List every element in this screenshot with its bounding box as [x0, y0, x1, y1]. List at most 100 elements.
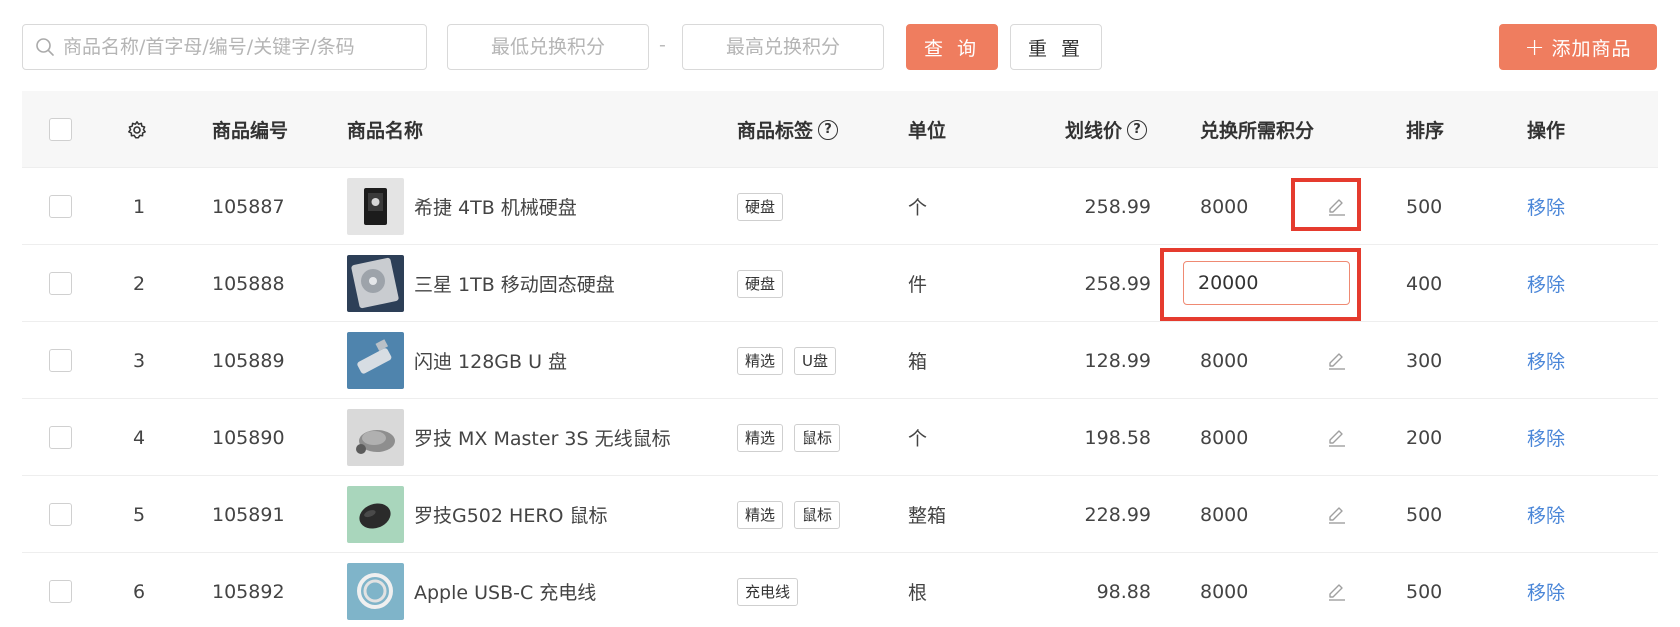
product-code: 105891	[212, 503, 285, 526]
product-price: 128.99	[1084, 349, 1151, 372]
edit-icon[interactable]	[1326, 504, 1348, 526]
product-image	[347, 486, 404, 543]
product-sort: 500	[1406, 503, 1443, 526]
row-index: 4	[133, 426, 146, 449]
max-points-input[interactable]	[682, 24, 884, 70]
column-tags: 商品标签 ?	[737, 91, 839, 168]
min-points-input[interactable]	[447, 24, 649, 70]
row-checkbox[interactable]	[49, 349, 72, 372]
product-points: 8000	[1200, 503, 1249, 526]
edit-icon[interactable]	[1326, 427, 1348, 449]
column-price-label: 划线价	[1065, 120, 1123, 142]
add-product-button[interactable]: + 添加商品	[1499, 24, 1657, 70]
plus-icon: +	[1524, 33, 1546, 61]
row-checkbox[interactable]	[49, 195, 72, 218]
search-icon	[36, 38, 54, 56]
remove-link[interactable]: 移除	[1527, 193, 1565, 220]
edit-icon[interactable]	[1326, 196, 1348, 218]
row-checkbox[interactable]	[49, 580, 72, 603]
column-points: 兑换所需积分	[1200, 120, 1315, 142]
column-action: 操作	[1527, 120, 1566, 142]
row-checkbox[interactable]	[49, 503, 72, 526]
product-code: 105888	[212, 272, 285, 295]
table-row: 6 105892 Apple USB-C 充电线 充电线 根 98.88 800…	[22, 553, 1658, 627]
toolbar: - 查 询 重 置 + 添加商品	[22, 24, 1658, 70]
product-tag: 精选	[737, 423, 784, 452]
product-points: 8000	[1200, 580, 1249, 603]
range-separator: -	[659, 34, 666, 56]
product-code: 105887	[212, 195, 285, 218]
product-name: 三星 1TB 移动固态硬盘	[414, 274, 615, 296]
product-image	[347, 332, 404, 389]
table-row: 2 105888 三星 1TB 移动固态硬盘 硬盘 件 258.99 400 移…	[22, 245, 1658, 322]
remove-link[interactable]: 移除	[1527, 347, 1565, 374]
product-tag: 鼠标	[794, 423, 841, 452]
column-name: 商品名称	[347, 120, 424, 142]
remove-link[interactable]: 移除	[1527, 501, 1565, 528]
gear-icon[interactable]	[127, 120, 147, 140]
help-icon[interactable]: ?	[818, 119, 839, 140]
reset-button-label: 重 置	[1027, 37, 1085, 60]
remove-link[interactable]: 移除	[1527, 270, 1565, 297]
product-points: 8000	[1200, 195, 1249, 218]
search-input[interactable]	[63, 36, 403, 58]
product-name: 罗技G502 HERO 鼠标	[414, 505, 608, 527]
product-tag: 硬盘	[737, 192, 784, 221]
product-unit: 件	[908, 274, 928, 296]
product-tag: 精选	[737, 500, 784, 529]
edit-icon[interactable]	[1326, 581, 1348, 603]
row-checkbox[interactable]	[49, 426, 72, 449]
table-row: 3 105889 闪迪 128GB U 盘 精选 U盘 箱 128.99 800…	[22, 322, 1658, 399]
product-price: 198.58	[1084, 426, 1151, 449]
query-button-label: 查 询	[923, 37, 981, 60]
product-name: Apple USB-C 充电线	[414, 582, 597, 604]
product-image	[347, 409, 404, 466]
select-all-checkbox[interactable]	[49, 118, 72, 141]
column-sort: 排序	[1406, 120, 1445, 142]
product-price: 258.99	[1084, 195, 1151, 218]
search-field[interactable]	[22, 24, 427, 70]
reset-button[interactable]: 重 置	[1010, 24, 1102, 70]
product-code: 105890	[212, 426, 285, 449]
product-code: 105892	[212, 580, 285, 603]
points-edit-input[interactable]	[1183, 261, 1350, 305]
product-name: 罗技 MX Master 3S 无线鼠标	[414, 428, 671, 450]
product-points: 8000	[1200, 349, 1249, 372]
table-row: 4 105890 罗技 MX Master 3S 无线鼠标 精选 鼠标 个 19…	[22, 399, 1658, 476]
help-icon[interactable]: ?	[1127, 119, 1148, 140]
product-unit: 个	[908, 197, 928, 219]
product-unit: 整箱	[908, 505, 947, 527]
product-sort: 300	[1406, 349, 1443, 372]
product-tag: 硬盘	[737, 269, 784, 298]
column-price: 划线价 ?	[1065, 91, 1148, 168]
remove-link[interactable]: 移除	[1527, 424, 1565, 451]
product-sort: 400	[1406, 272, 1443, 295]
product-unit: 个	[908, 428, 928, 450]
product-unit: 根	[908, 582, 928, 604]
product-name: 闪迪 128GB U 盘	[414, 351, 568, 373]
row-checkbox[interactable]	[49, 272, 72, 295]
row-index: 3	[133, 349, 146, 372]
product-tag: U盘	[794, 346, 836, 375]
product-price: 228.99	[1084, 503, 1151, 526]
table-header: 商品编号 商品名称 商品标签 ? 单位 划线价 ? 兑换所需积分 排序 操作	[22, 91, 1658, 168]
product-sort: 200	[1406, 426, 1443, 449]
add-product-label: 添加商品	[1551, 37, 1632, 60]
product-image	[347, 255, 404, 312]
table-row: 1 105887 希捷 4TB 机械硬盘 硬盘 个 258.99 8000 50…	[22, 168, 1658, 245]
column-unit: 单位	[908, 120, 947, 142]
product-table: 商品编号 商品名称 商品标签 ? 单位 划线价 ? 兑换所需积分 排序 操作 1…	[22, 91, 1658, 627]
table-row: 5 105891 罗技G502 HERO 鼠标 精选 鼠标 整箱 228.99 …	[22, 476, 1658, 553]
remove-link[interactable]: 移除	[1527, 578, 1565, 605]
column-code: 商品编号	[212, 120, 289, 142]
column-tags-label: 商品标签	[737, 120, 814, 142]
query-button[interactable]: 查 询	[906, 24, 998, 70]
edit-icon[interactable]	[1326, 350, 1348, 372]
product-points: 8000	[1200, 426, 1249, 449]
product-sort: 500	[1406, 195, 1443, 218]
product-price: 98.88	[1096, 580, 1151, 603]
product-image	[347, 563, 404, 620]
product-image	[347, 178, 404, 235]
product-code: 105889	[212, 349, 285, 372]
product-name: 希捷 4TB 机械硬盘	[414, 197, 577, 219]
